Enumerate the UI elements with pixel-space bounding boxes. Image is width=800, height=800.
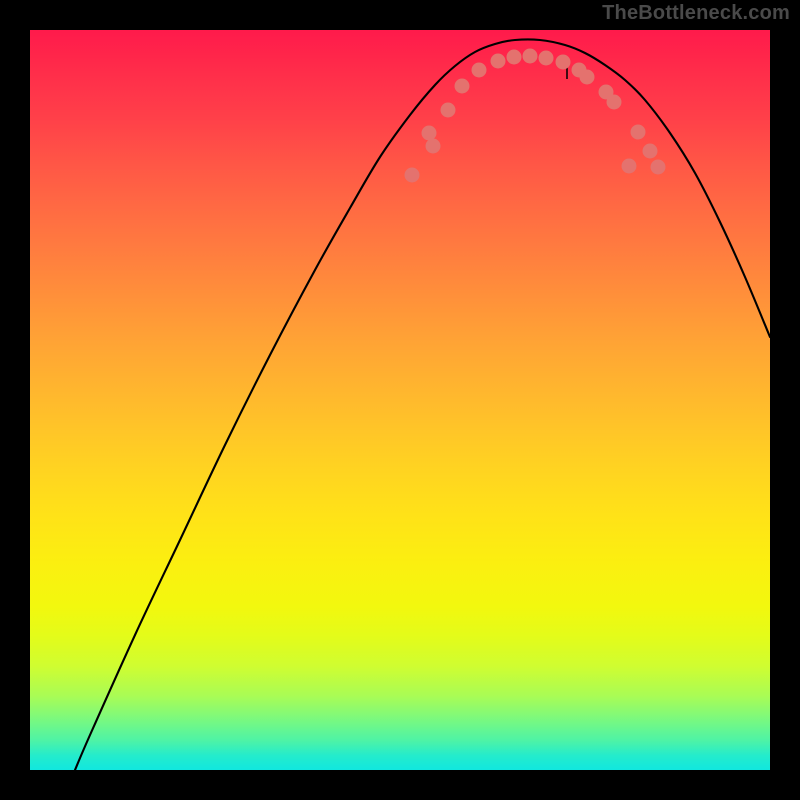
data-dot — [651, 160, 666, 175]
data-dot — [523, 49, 538, 64]
data-dot — [556, 55, 571, 70]
data-dot — [507, 50, 522, 65]
data-dot — [643, 144, 658, 159]
data-dot — [631, 125, 646, 140]
plot-area — [30, 30, 770, 770]
data-dot — [441, 103, 456, 118]
chart-stage: TheBottleneck.com — [0, 0, 800, 800]
data-dot — [491, 54, 506, 69]
curve-svg — [30, 30, 770, 770]
watermark-text: TheBottleneck.com — [602, 2, 790, 25]
data-dot — [422, 126, 437, 141]
data-dot — [405, 168, 420, 183]
dots-group — [405, 49, 666, 183]
data-dot — [472, 63, 487, 78]
data-dot — [426, 139, 441, 154]
data-dot — [580, 70, 595, 85]
data-dot — [622, 159, 637, 174]
data-dot — [539, 51, 554, 66]
data-dot — [455, 79, 470, 94]
bottleneck-curve — [75, 39, 770, 770]
data-dot — [607, 95, 622, 110]
